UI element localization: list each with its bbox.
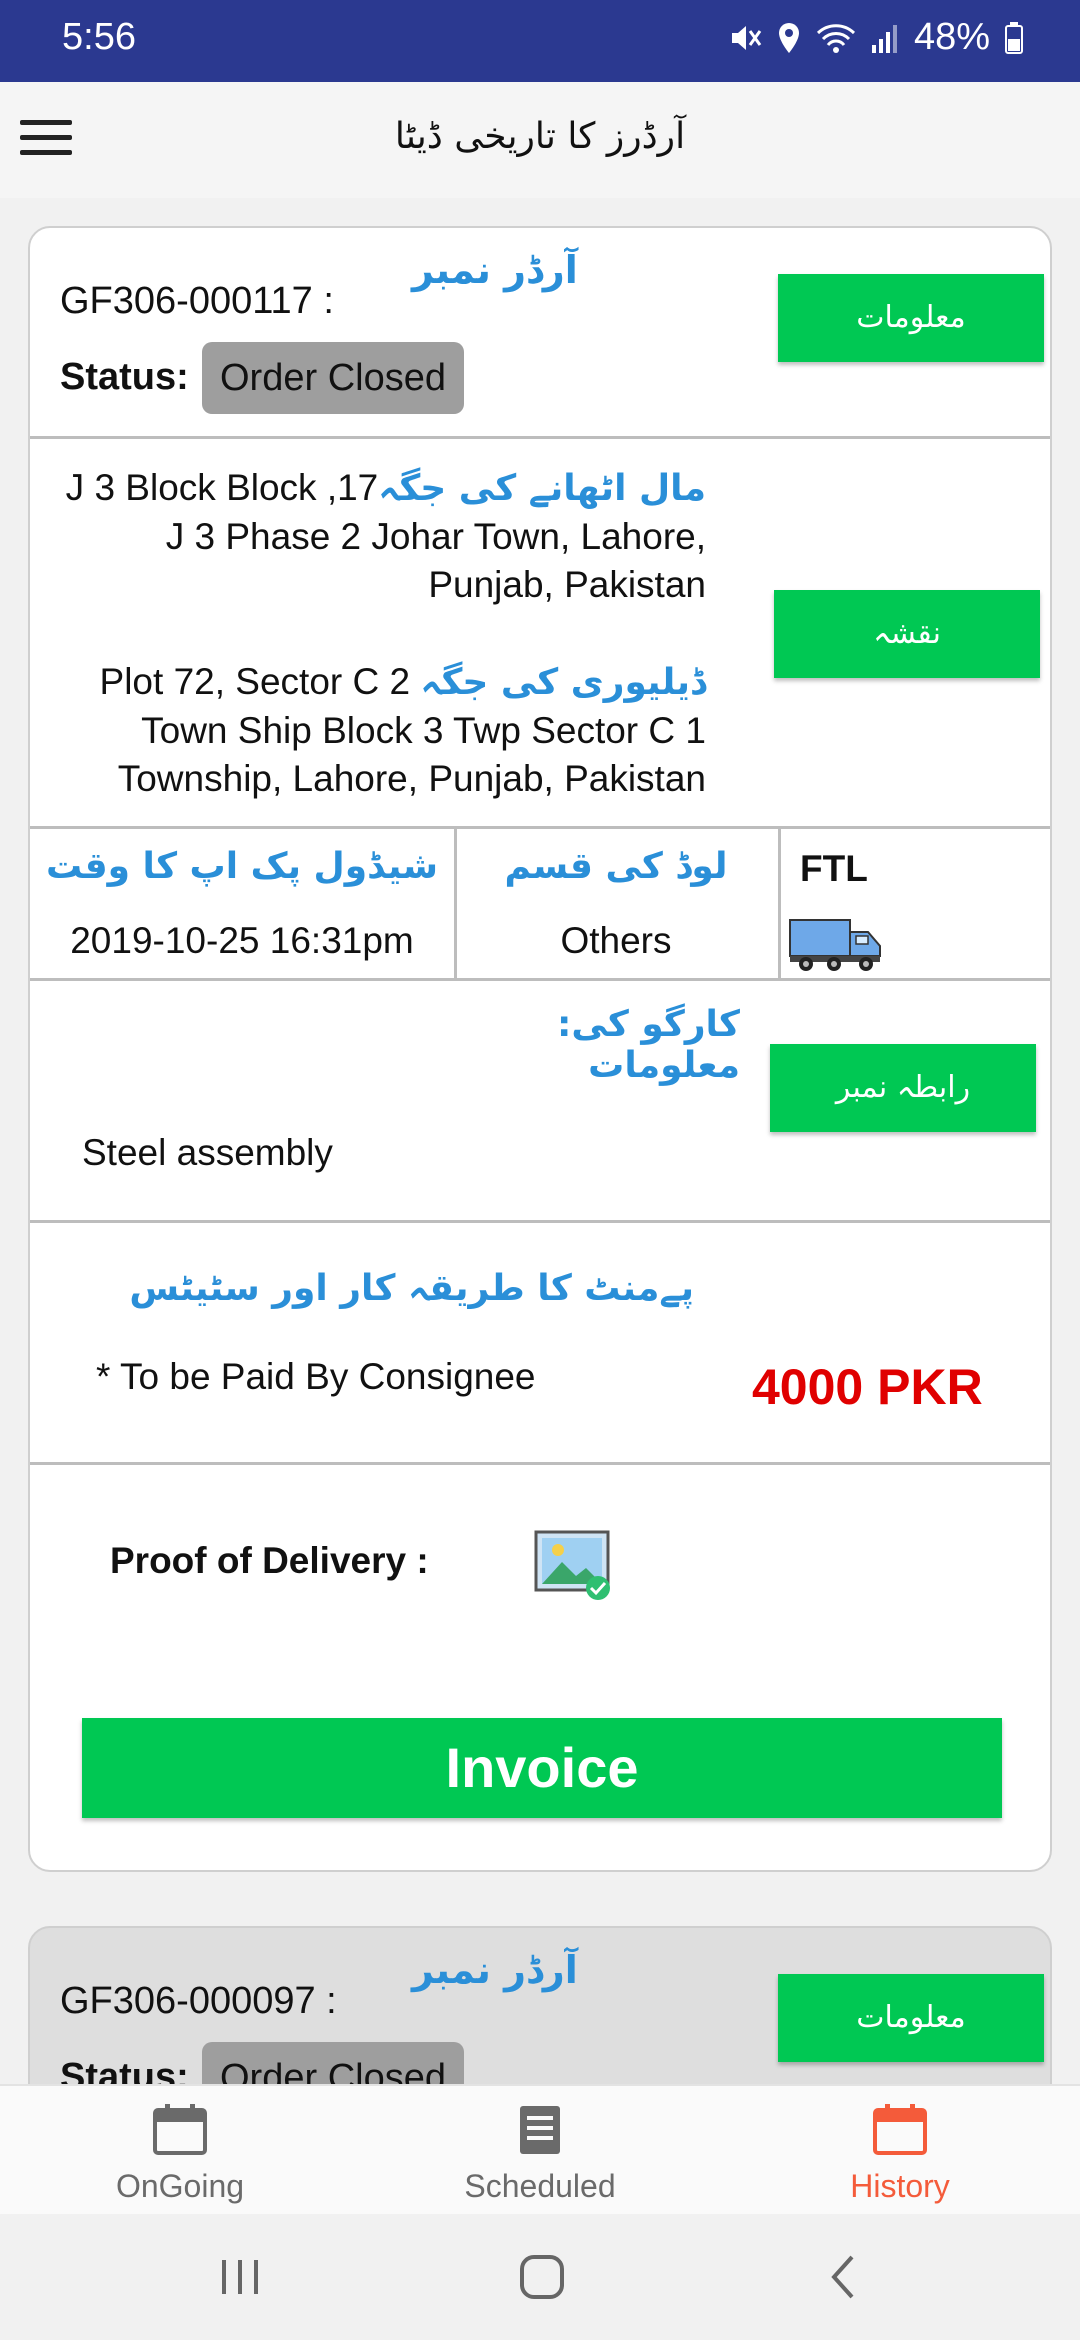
invoice-button[interactable]: Invoice <box>82 1718 1002 1818</box>
tab-ongoing-label: OnGoing <box>115 2168 245 2204</box>
calendar-icon <box>873 2104 927 2155</box>
order-number-label: آرڈر نمبر <box>412 248 578 292</box>
load-type-label: لوڈ کی قسم <box>504 846 728 887</box>
payment-method: * To be Paid By Consignee <box>96 1356 536 1397</box>
pickup-address: J 3 Block Block ,17مال اٹھانے کی جگہ J 3… <box>46 464 706 609</box>
order-card: GF306-000097 : آرڈر نمبر Status: Order C… <box>28 1926 1052 2084</box>
system-nav-bar <box>0 2214 1080 2340</box>
pickup-line1-row: J 3 Block Block ,17مال اٹھانے کی جگہ <box>46 464 706 513</box>
battery-percent: 48% <box>913 16 990 58</box>
pickup-label: مال اٹھانے کی جگہ <box>378 468 706 509</box>
orders-list[interactable]: GF306-000117 : آرڈر نمبر Status: Order C… <box>0 198 1080 2084</box>
info-button[interactable]: معلومات <box>778 274 1044 362</box>
tab-history[interactable]: History <box>720 2086 1080 2216</box>
bottom-nav: OnGoing Scheduled History <box>0 2084 1080 2214</box>
delivery-label: ڈیلیوری کی جگہ <box>420 662 706 703</box>
divider <box>30 1220 1050 1223</box>
cargo-value: Steel assembly <box>82 1132 333 1173</box>
status-badge: Order Closed <box>202 342 464 414</box>
cargo-label-line2: معلومات <box>588 1045 740 1086</box>
status-label: Status: <box>60 356 189 398</box>
load-type-value: Others <box>560 920 672 961</box>
status-badge: Order Closed <box>202 2042 464 2084</box>
schedule-value: 2019-10-25 16:31pm <box>70 920 414 961</box>
info-button[interactable]: معلومات <box>778 1974 1044 2062</box>
proof-image-icon[interactable] <box>534 1530 614 1602</box>
tab-ongoing[interactable]: OnGoing <box>0 2086 360 2216</box>
order-card: GF306-000117 : آرڈر نمبر Status: Order C… <box>28 226 1052 1872</box>
pickup-line1: J 3 Block Block ,17 <box>65 467 379 508</box>
divider <box>778 828 781 978</box>
page-title: آرڈرز کا تاریخی ڈیٹا <box>394 116 686 157</box>
vehicle-type: FTL <box>800 848 868 889</box>
mute-icon <box>731 25 762 50</box>
status-bar: 5:56 48% <box>0 0 1080 82</box>
status-icons: 48% <box>728 16 1024 59</box>
delivery-line1: Plot 72, Sector C 2 <box>99 661 411 702</box>
order-amount: 4000 PKR <box>752 1359 983 1415</box>
delivery-line1-row: Plot 72, Sector C 2 ڈیلیوری کی جگہ <box>46 658 706 707</box>
wifi-icon <box>816 23 855 53</box>
order-number: GF306-000097 : <box>60 1980 337 2022</box>
truck-icon <box>789 919 881 971</box>
delivery-line2: Town Ship Block 3 Twp Sector C 1 <box>141 710 706 751</box>
cargo-label: :کارگو کی معلومات <box>557 1004 740 1086</box>
tab-scheduled-label: Scheduled <box>464 2168 616 2204</box>
delivery-address: Plot 72, Sector C 2 ڈیلیوری کی جگہ Town … <box>46 658 706 803</box>
contact-button[interactable]: رابطہ نمبر <box>770 1044 1036 1132</box>
payment-label: پےمنٹ کا طریقہ کار اور سٹیٹس <box>129 1268 694 1309</box>
divider <box>30 978 1050 981</box>
schedule-label: شیڈول پک اپ کا وقت <box>45 846 439 887</box>
tab-scheduled[interactable]: Scheduled <box>360 2086 720 2216</box>
app-bar: آرڈرز کا تاریخی ڈیٹا <box>0 82 1080 198</box>
back-icon[interactable] <box>814 2250 874 2304</box>
calendar-icon <box>153 2104 207 2155</box>
pod-label: Proof of Delivery : <box>110 1540 429 1581</box>
location-icon <box>778 22 799 53</box>
home-icon[interactable] <box>512 2250 572 2304</box>
divider <box>30 1462 1050 1465</box>
list-icon <box>520 2106 560 2154</box>
delivery-line3: Township, Lahore, Punjab, Pakistan <box>117 758 706 799</box>
pickup-line2: J 3 Phase 2 Johar Town, Lahore, <box>165 516 706 557</box>
pickup-line3: Punjab, Pakistan <box>428 564 706 605</box>
order-number: GF306-000117 : <box>60 280 334 322</box>
cargo-label-line1: :کارگو کی <box>557 1004 740 1045</box>
battery-icon <box>1005 21 1023 54</box>
divider <box>30 436 1050 439</box>
status-label: Status: <box>60 2056 189 2084</box>
order-number-label: آرڈر نمبر <box>412 1948 578 1992</box>
recent-apps-icon[interactable] <box>210 2250 270 2304</box>
divider <box>30 826 1050 829</box>
map-button[interactable]: نقشہ <box>774 590 1040 678</box>
signal-icon <box>871 24 897 53</box>
status-time: 5:56 <box>62 16 136 58</box>
tab-history-label: History <box>850 2168 950 2204</box>
